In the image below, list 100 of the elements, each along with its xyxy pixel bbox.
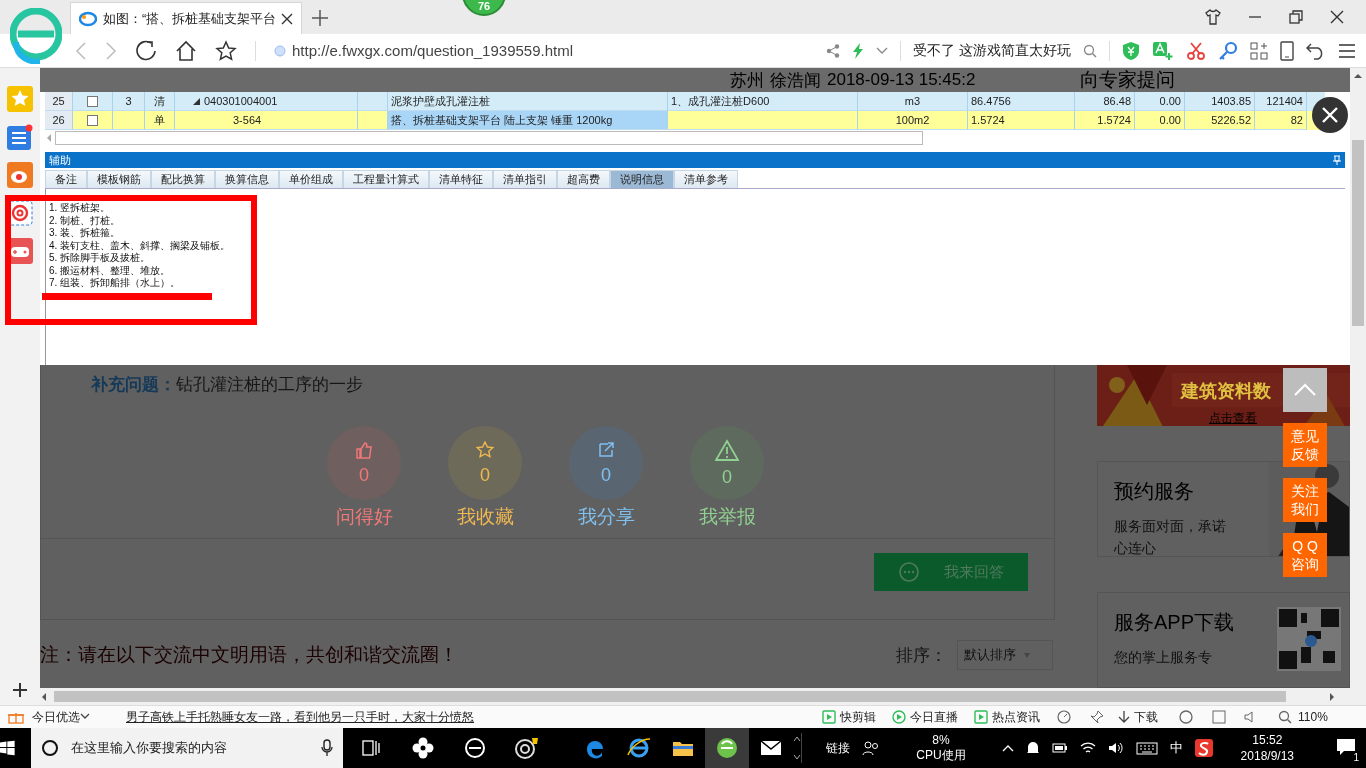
sogou-icon[interactable]: [1194, 739, 1213, 757]
browser-icon[interactable]: [1178, 709, 1194, 725]
mail-icon[interactable]: [760, 740, 783, 756]
panel-title: 辅助: [49, 152, 71, 168]
wifi-icon[interactable]: [1079, 741, 1096, 755]
battery-icon[interactable]: [1051, 741, 1068, 755]
panel-tab[interactable]: 工程量计算式: [343, 170, 429, 188]
weibo-icon[interactable]: [7, 162, 33, 188]
keyboard-icon[interactable]: [1135, 741, 1158, 755]
panel-tab[interactable]: 备注: [45, 170, 87, 188]
ask-expert-button[interactable]: 向专家提问: [1080, 68, 1176, 92]
status-link[interactable]: 快剪辑: [840, 708, 876, 726]
panel-tab[interactable]: 配比换算: [151, 170, 215, 188]
scrollbar-thumb[interactable]: [1352, 140, 1364, 326]
app-download-description: 您的掌上服务专: [1114, 647, 1213, 667]
service-title: 预约服务: [1114, 478, 1194, 504]
status-link[interactable]: 热点资讯: [992, 708, 1040, 726]
action-label[interactable]: 我收藏: [456, 504, 514, 530]
scrollbar-thumb[interactable]: [55, 131, 923, 145]
new-tab-icon[interactable]: [312, 10, 328, 26]
star-icon[interactable]: [215, 39, 237, 62]
table-cell: 82: [1255, 111, 1307, 130]
apps-icon[interactable]: [1250, 41, 1268, 60]
volume-icon[interactable]: [1107, 741, 1124, 755]
row-number: 25: [45, 92, 73, 111]
search-field[interactable]: 受不了 这游戏简直太好玩: [913, 41, 1071, 60]
restore-icon[interactable]: [1289, 10, 1303, 24]
zoom-level[interactable]: 110%: [1298, 710, 1328, 724]
qr-code-icon: [1277, 606, 1341, 671]
task-view-icon[interactable]: [362, 740, 381, 756]
input-method-indicator[interactable]: 中: [1169, 739, 1183, 757]
menu-icon[interactable]: [1338, 42, 1356, 59]
chevron-up-icon: [1293, 383, 1317, 397]
work-step-text: 7. 组装、拆卸船排（水上）。: [49, 277, 181, 290]
row-checkbox[interactable]: [87, 95, 98, 107]
speedometer-icon[interactable]: [1056, 709, 1072, 725]
panel-tab[interactable]: 清单指引: [493, 170, 557, 188]
browser-icon[interactable]: [716, 737, 739, 759]
e-browser-icon[interactable]: [464, 737, 487, 759]
panel-tab[interactable]: 模板钢筋: [87, 170, 151, 188]
url-field[interactable]: http://e.fwxgx.com/question_1939559.html: [292, 42, 573, 59]
close-button[interactable]: [1312, 97, 1348, 133]
taskbar-search-field[interactable]: 在这里输入你要搜索的内容: [30, 728, 344, 768]
ie-icon[interactable]: [627, 737, 652, 759]
list-icon[interactable]: [7, 124, 33, 150]
clock-time[interactable]: 15:52: [1252, 732, 1283, 748]
search-icon[interactable]: [1083, 43, 1097, 58]
close-icon[interactable]: [281, 12, 293, 25]
folder-icon[interactable]: [672, 739, 695, 757]
panel-tab[interactable]: 换算信息: [215, 170, 279, 188]
scrollbar-thumb[interactable]: [54, 691, 1286, 702]
people-icon[interactable]: [862, 740, 881, 756]
bell-icon[interactable]: [1025, 740, 1040, 756]
reload-icon[interactable]: [135, 39, 157, 62]
browser-favicon-icon: [79, 10, 97, 27]
download-link[interactable]: 下载: [1134, 708, 1158, 726]
cpu-label: CPU使用: [916, 748, 966, 763]
home-icon[interactable]: [175, 39, 197, 62]
expand-triangle-icon[interactable]: [193, 97, 200, 105]
browser-tab[interactable]: 如图：“搭、拆桩基础支架平台: [70, 2, 302, 34]
panel-tab[interactable]: 超高费: [557, 170, 610, 188]
chevron-down-icon[interactable]: [80, 713, 90, 721]
scroll-right-icon[interactable]: [1328, 690, 1336, 703]
close-icon[interactable]: [1330, 10, 1344, 24]
panel-tab[interactable]: 清单参考: [674, 170, 738, 188]
windows-start-icon[interactable]: [0, 740, 15, 756]
cortana-icon: [40, 739, 59, 757]
row-checkbox[interactable]: [87, 114, 98, 126]
app-download-title: 服务APP下载: [1114, 609, 1235, 635]
zoom-icon[interactable]: [1278, 710, 1292, 724]
spiral-bell-icon[interactable]: [514, 736, 541, 760]
fan-icon[interactable]: [412, 737, 435, 759]
row-number: 26: [45, 111, 73, 130]
panel-tab[interactable]: 清单特征: [429, 170, 493, 188]
panel-tab[interactable]: 说明信息: [610, 170, 674, 188]
shirt-icon[interactable]: [1205, 9, 1221, 25]
key-icon[interactable]: [1218, 40, 1238, 61]
table-cell: 单: [145, 111, 175, 130]
links-toolbar[interactable]: 链接: [826, 739, 851, 757]
service-description: 服务面对面，承诺心连心: [1114, 516, 1227, 556]
work-step-text: 5. 拆除脚手板及拔桩。: [49, 252, 151, 265]
share-icon: [597, 440, 615, 459]
today-picks-label[interactable]: 今日优选: [32, 708, 80, 726]
news-link[interactable]: 男子高铁上手托熟睡女友一路，看到他另一只手时，大家十分愤怒: [126, 708, 474, 726]
notification-icon[interactable]: [1336, 737, 1356, 756]
pin-icon[interactable]: [1090, 710, 1104, 724]
status-link[interactable]: 今日直播: [910, 708, 958, 726]
microphone-icon: [321, 739, 334, 757]
notification-count: 1: [1352, 751, 1360, 763]
share-icon[interactable]: [826, 43, 841, 58]
warning-icon: [715, 438, 739, 461]
panel-tab[interactable]: 单价组成: [279, 170, 343, 188]
add-icon[interactable]: [13, 683, 27, 697]
chevron-up-icon[interactable]: [1001, 744, 1014, 752]
clock-date[interactable]: 2018/9/13: [1240, 748, 1294, 764]
scissors-icon[interactable]: [1186, 40, 1206, 61]
chat-icon: [898, 561, 920, 583]
table-cell: 100m2: [858, 111, 968, 130]
tablet-icon[interactable]: [1280, 40, 1294, 61]
sort-label: 排序：: [896, 644, 947, 667]
